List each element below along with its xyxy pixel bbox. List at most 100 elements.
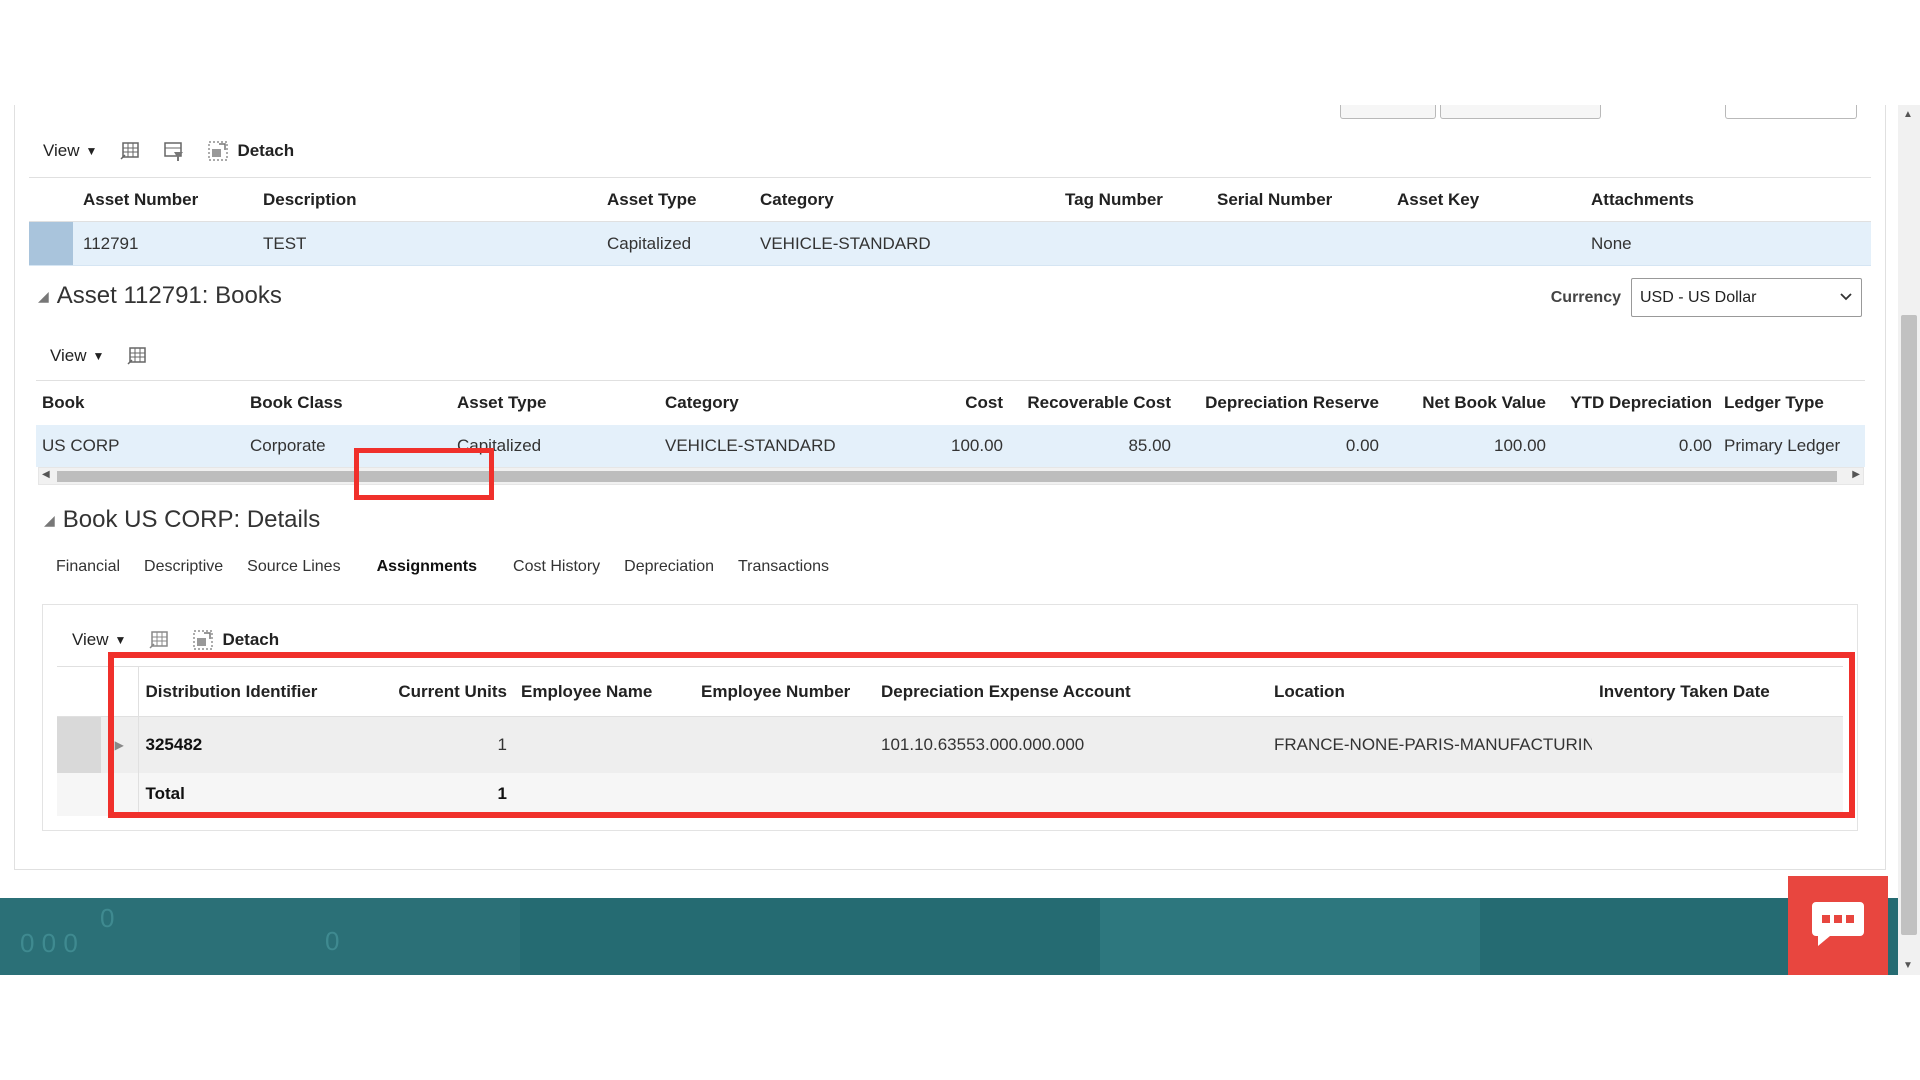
footer-decoration: 0 bbox=[100, 903, 115, 933]
asset-results-table: Asset Number Description Asset Type Cate… bbox=[29, 177, 1871, 266]
ytd-depreciation-cell: 0.00 bbox=[1552, 424, 1718, 467]
column-header[interactable]: Ledger Type bbox=[1718, 380, 1865, 425]
scroll-left-icon[interactable]: ◀ bbox=[42, 469, 50, 480]
detach-button[interactable]: Detach bbox=[192, 629, 279, 651]
row-selector-header bbox=[57, 666, 101, 717]
column-header[interactable]: Depreciation Reserve bbox=[1177, 380, 1385, 425]
column-header[interactable]: Attachments bbox=[1581, 177, 1871, 222]
column-header[interactable]: YTD Depreciation bbox=[1552, 380, 1718, 425]
search-results-toolbar: View ▼ Detach bbox=[43, 140, 294, 162]
freeze-columns-icon[interactable] bbox=[119, 140, 141, 162]
currency-value: USD - US Dollar bbox=[1640, 288, 1757, 306]
caret-down-icon: ▼ bbox=[85, 144, 98, 158]
net-book-value-cell: 100.00 bbox=[1385, 424, 1552, 467]
view-menu[interactable]: View ▼ bbox=[43, 141, 97, 161]
footer-band: 0 0 0 0 0 bbox=[0, 898, 1898, 975]
scroll-right-icon[interactable]: ▶ bbox=[1852, 469, 1860, 480]
tab-financial[interactable]: Financial bbox=[44, 550, 132, 584]
row-selector-header bbox=[29, 177, 73, 222]
depreciation-reserve-cell: 0.00 bbox=[1177, 424, 1385, 467]
assignments-toolbar: View ▼ Detach bbox=[72, 629, 279, 651]
partial-button-3[interactable] bbox=[1725, 105, 1857, 119]
books-section-header[interactable]: ◢ Asset 112791: Books bbox=[38, 282, 282, 310]
partial-button-2[interactable] bbox=[1440, 105, 1601, 119]
footer-decoration: 0 0 0 bbox=[20, 928, 78, 958]
footer-decoration: 0 bbox=[325, 926, 340, 956]
column-header[interactable]: Net Book Value bbox=[1385, 380, 1552, 425]
category-cell: VEHICLE-STANDARD bbox=[750, 221, 1055, 266]
column-header[interactable]: Serial Number bbox=[1207, 177, 1387, 222]
recoverable-cost-cell: 85.00 bbox=[1009, 424, 1177, 467]
detach-label: Detach bbox=[222, 630, 280, 649]
dropdown-chevron-icon bbox=[1839, 289, 1853, 307]
scrollbar-thumb[interactable] bbox=[57, 471, 1837, 482]
currency-dropdown[interactable]: USD - US Dollar bbox=[1631, 278, 1862, 317]
serial-number-cell bbox=[1207, 221, 1387, 266]
detach-button[interactable]: Detach bbox=[207, 140, 294, 162]
scroll-up-icon[interactable]: ▲ bbox=[1903, 109, 1913, 120]
currency-label: Currency bbox=[1550, 288, 1621, 306]
application-window: View ▼ Detach Asset Number Description A… bbox=[0, 105, 1920, 975]
column-header[interactable]: Tag Number bbox=[1055, 177, 1207, 222]
tab-descriptive[interactable]: Descriptive bbox=[132, 550, 235, 584]
detach-icon bbox=[192, 629, 214, 651]
column-header[interactable]: Asset Number bbox=[73, 177, 253, 222]
column-header[interactable]: Book bbox=[36, 380, 244, 425]
currency-selector: Currency USD - US Dollar bbox=[1551, 278, 1862, 317]
column-header[interactable]: Category bbox=[659, 380, 889, 425]
asset-key-cell bbox=[1387, 221, 1581, 266]
column-header[interactable]: Asset Type bbox=[597, 177, 750, 222]
detach-label: Detach bbox=[237, 141, 295, 160]
details-section-title: Book US CORP: Details bbox=[62, 506, 321, 533]
total-row-selector bbox=[57, 772, 101, 816]
category-cell: VEHICLE-STANDARD bbox=[659, 424, 889, 467]
table-header-row: Asset Number Description Asset Type Cate… bbox=[29, 177, 1871, 222]
scroll-down-icon[interactable]: ▼ bbox=[1903, 960, 1913, 971]
assignments-tab-highlight bbox=[354, 448, 494, 500]
details-tabs: Financial Descriptive Source Lines Assig… bbox=[44, 550, 841, 584]
column-header[interactable]: Recoverable Cost bbox=[1009, 380, 1177, 425]
view-menu-label: View bbox=[43, 141, 80, 160]
freeze-columns-icon[interactable] bbox=[148, 629, 170, 651]
column-header[interactable]: Book Class bbox=[244, 380, 451, 425]
column-header[interactable]: Asset Key bbox=[1387, 177, 1581, 222]
vertical-scrollbar[interactable]: ▲ ▼ bbox=[1898, 105, 1920, 975]
freeze-columns-icon[interactable] bbox=[126, 345, 148, 367]
details-section-header[interactable]: ◢ Book US CORP: Details bbox=[44, 506, 320, 534]
scrollbar-thumb[interactable] bbox=[1901, 315, 1917, 935]
table-row[interactable]: US CORP Corporate Capitalized VEHICLE-ST… bbox=[36, 424, 1865, 467]
view-menu[interactable]: View ▼ bbox=[50, 346, 104, 366]
footer-stripe bbox=[0, 898, 520, 975]
row-selector[interactable] bbox=[57, 716, 101, 773]
collapse-triangle-icon[interactable]: ◢ bbox=[44, 512, 55, 529]
tab-depreciation[interactable]: Depreciation bbox=[612, 550, 726, 584]
column-header[interactable]: Cost bbox=[889, 380, 1009, 425]
description-cell: TEST bbox=[253, 221, 597, 266]
asset-type-cell: Capitalized bbox=[597, 221, 750, 266]
collapse-triangle-icon[interactable]: ◢ bbox=[38, 288, 49, 305]
books-horizontal-scrollbar[interactable]: ◀ ▶ bbox=[38, 467, 1864, 485]
tab-cost-history[interactable]: Cost History bbox=[501, 550, 612, 584]
view-menu[interactable]: View ▼ bbox=[72, 630, 126, 650]
tab-assignments[interactable]: Assignments bbox=[353, 550, 501, 584]
view-menu-label: View bbox=[50, 346, 87, 365]
column-header[interactable]: Description bbox=[253, 177, 597, 222]
query-by-example-icon[interactable] bbox=[163, 140, 185, 162]
table-row[interactable]: 112791 TEST Capitalized VEHICLE-STANDARD… bbox=[29, 221, 1871, 266]
cost-cell: 100.00 bbox=[889, 424, 1009, 467]
tab-transactions[interactable]: Transactions bbox=[726, 550, 841, 584]
attachments-cell[interactable]: None bbox=[1581, 221, 1871, 266]
caret-down-icon: ▼ bbox=[92, 349, 105, 363]
row-selector[interactable] bbox=[29, 221, 73, 266]
tag-number-cell bbox=[1055, 221, 1207, 266]
tab-source-lines[interactable]: Source Lines bbox=[235, 550, 352, 584]
column-header[interactable]: Asset Type bbox=[451, 380, 659, 425]
view-menu-label: View bbox=[72, 630, 109, 649]
books-table: Book Book Class Asset Type Category Cost… bbox=[36, 380, 1865, 467]
footer-stripe bbox=[1100, 898, 1480, 975]
chat-button[interactable] bbox=[1788, 876, 1888, 975]
asset-number-cell: 112791 bbox=[73, 221, 253, 266]
column-header[interactable]: Category bbox=[750, 177, 1055, 222]
books-toolbar: View ▼ bbox=[50, 345, 148, 367]
partial-button-1[interactable] bbox=[1340, 105, 1436, 119]
